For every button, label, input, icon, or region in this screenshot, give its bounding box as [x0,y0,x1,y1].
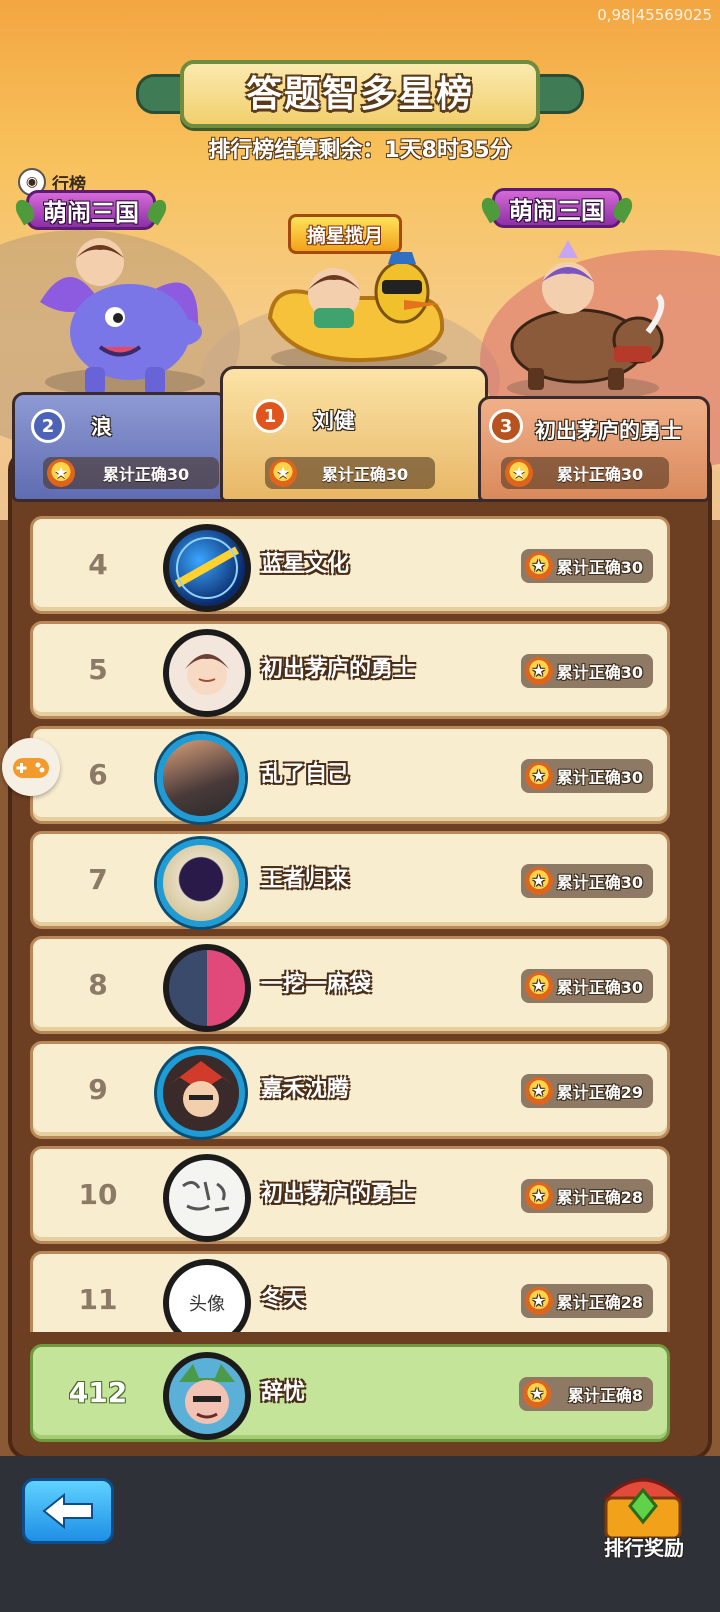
second-title-tag: 萌闹三国 [12,190,170,230]
star-medal-icon: ★ [524,972,553,1000]
list-item[interactable]: 11 头像 冬天 ★ 累计正确28 [30,1251,670,1332]
score-badge: ★ 累计正确30 [520,759,653,793]
user-name: 初出茅庐的勇士 [261,1182,416,1207]
third-title-tag: 萌闹三国 [478,188,636,228]
star-medal-icon: ★ [524,1287,553,1315]
ranking-list[interactable]: 4 蓝星文化 ★ 累计正确30 5 初出茅庐的勇士 ★ 累计正确30 6 乱了自己 … [30,512,670,1332]
list-item[interactable]: 4 蓝星文化 ★ 累计正确30 [30,516,670,614]
countdown-text: 排行榜结算剩余：1天8时35分 [208,138,512,163]
avatar[interactable] [157,734,245,822]
my-user-name: 辞忧 [261,1380,306,1405]
rank-number: 4 [88,548,108,581]
user-name: 乱了自己 [261,762,350,787]
my-score-badge: ★ 累计正确8 [519,1377,653,1411]
score-badge: ★ 累计正确30 [520,864,653,898]
star-medal-icon: ★ [523,1380,551,1408]
list-item[interactable]: 10 初出茅庐的勇士 ★ 累计正确28 [30,1146,670,1244]
rank-3-medal: 3 [489,409,523,443]
avatar[interactable] [163,1154,251,1242]
my-rank-number: 412 [68,1376,128,1409]
rank-number: 11 [78,1283,118,1316]
rank-number: 9 [88,1073,108,1106]
second-place-score: ★ 累计正确30 [43,457,219,489]
third-place-name: 初出茅庐的勇士 [535,419,682,443]
score-badge: ★ 累计正确28 [520,1284,653,1318]
star-medal-icon: ★ [524,762,553,790]
list-item[interactable]: 5 初出茅庐的勇士 ★ 累计正确30 [30,621,670,719]
back-arrow-icon [42,1493,93,1529]
gamepad-icon [13,758,49,778]
user-name: 王者归来 [261,867,350,892]
rank-number: 8 [88,968,108,1001]
first-place-name: 刘健 [313,409,355,433]
third-place-character [507,240,665,400]
avatar[interactable] [163,524,251,612]
my-avatar[interactable] [163,1352,251,1440]
second-place-character [40,238,205,396]
list-item[interactable]: 8 一挖一麻袋 ★ 累计正确30 [30,936,670,1034]
star-medal-icon: ★ [524,867,553,895]
score-badge: ★ 累计正确30 [520,549,653,583]
score-badge: ★ 累计正确30 [520,969,653,1003]
user-name: 初出茅庐的勇士 [261,657,416,682]
user-name: 蓝星文化 [261,552,350,577]
score-badge: ★ 累计正确28 [520,1179,653,1213]
reward-label: 排行奖励 [604,1536,684,1560]
user-name: 一挖一麻袋 [261,972,372,997]
list-item[interactable]: 6 乱了自己 ★ 累计正确30 [30,726,670,824]
list-item[interactable]: 9 嘉禾沈腾 ★ 累计正确29 [30,1041,670,1139]
star-medal-icon: ★ [269,459,297,487]
back-button[interactable] [22,1478,114,1544]
user-name: 嘉禾沈腾 [261,1077,350,1102]
first-place-panel[interactable]: 1 刘健 ★ 累计正确30 [220,366,488,502]
avatar[interactable]: 头像 [163,1259,251,1332]
star-medal-icon: ★ [524,1077,553,1105]
second-place-panel[interactable]: 2 浪 ★ 累计正确30 [12,392,228,502]
second-place-name: 浪 [91,415,112,439]
star-medal-icon: ★ [505,459,533,487]
avatar[interactable] [157,1049,245,1137]
rank-number: 6 [88,758,108,791]
first-place-character [267,252,447,372]
title-banner: 答题智多星榜 [136,60,584,128]
debug-id-text: 0,98|45569025 [597,6,712,24]
floating-game-button[interactable] [2,738,60,796]
rank-number: 5 [88,653,108,686]
rank-1-medal: 1 [253,399,287,433]
avatar[interactable] [163,629,251,717]
rank-number: 10 [78,1178,118,1211]
avatar[interactable] [157,839,245,927]
rank-number: 7 [88,863,108,896]
first-place-score: ★ 累计正确30 [265,457,435,489]
third-place-panel[interactable]: 3 初出茅庐的勇士 ★ 累计正确30 [478,396,710,502]
list-item[interactable]: 7 王者归来 ★ 累计正确30 [30,831,670,929]
my-rank-row[interactable]: 412 辞忧 ★ 累计正确8 [30,1344,670,1442]
avatar[interactable] [163,944,251,1032]
star-medal-icon: ★ [524,552,553,580]
star-medal-icon: ★ [47,459,75,487]
page-title: 答题智多星榜 [245,74,474,115]
rank-2-medal: 2 [31,409,65,443]
third-place-score: ★ 累计正确30 [501,457,669,489]
score-badge: ★ 累计正确30 [520,654,653,688]
star-medal-icon: ★ [524,657,553,685]
user-name: 冬天 [261,1287,306,1312]
star-medal-icon: ★ [524,1182,553,1210]
score-badge: ★ 累计正确29 [520,1074,653,1108]
